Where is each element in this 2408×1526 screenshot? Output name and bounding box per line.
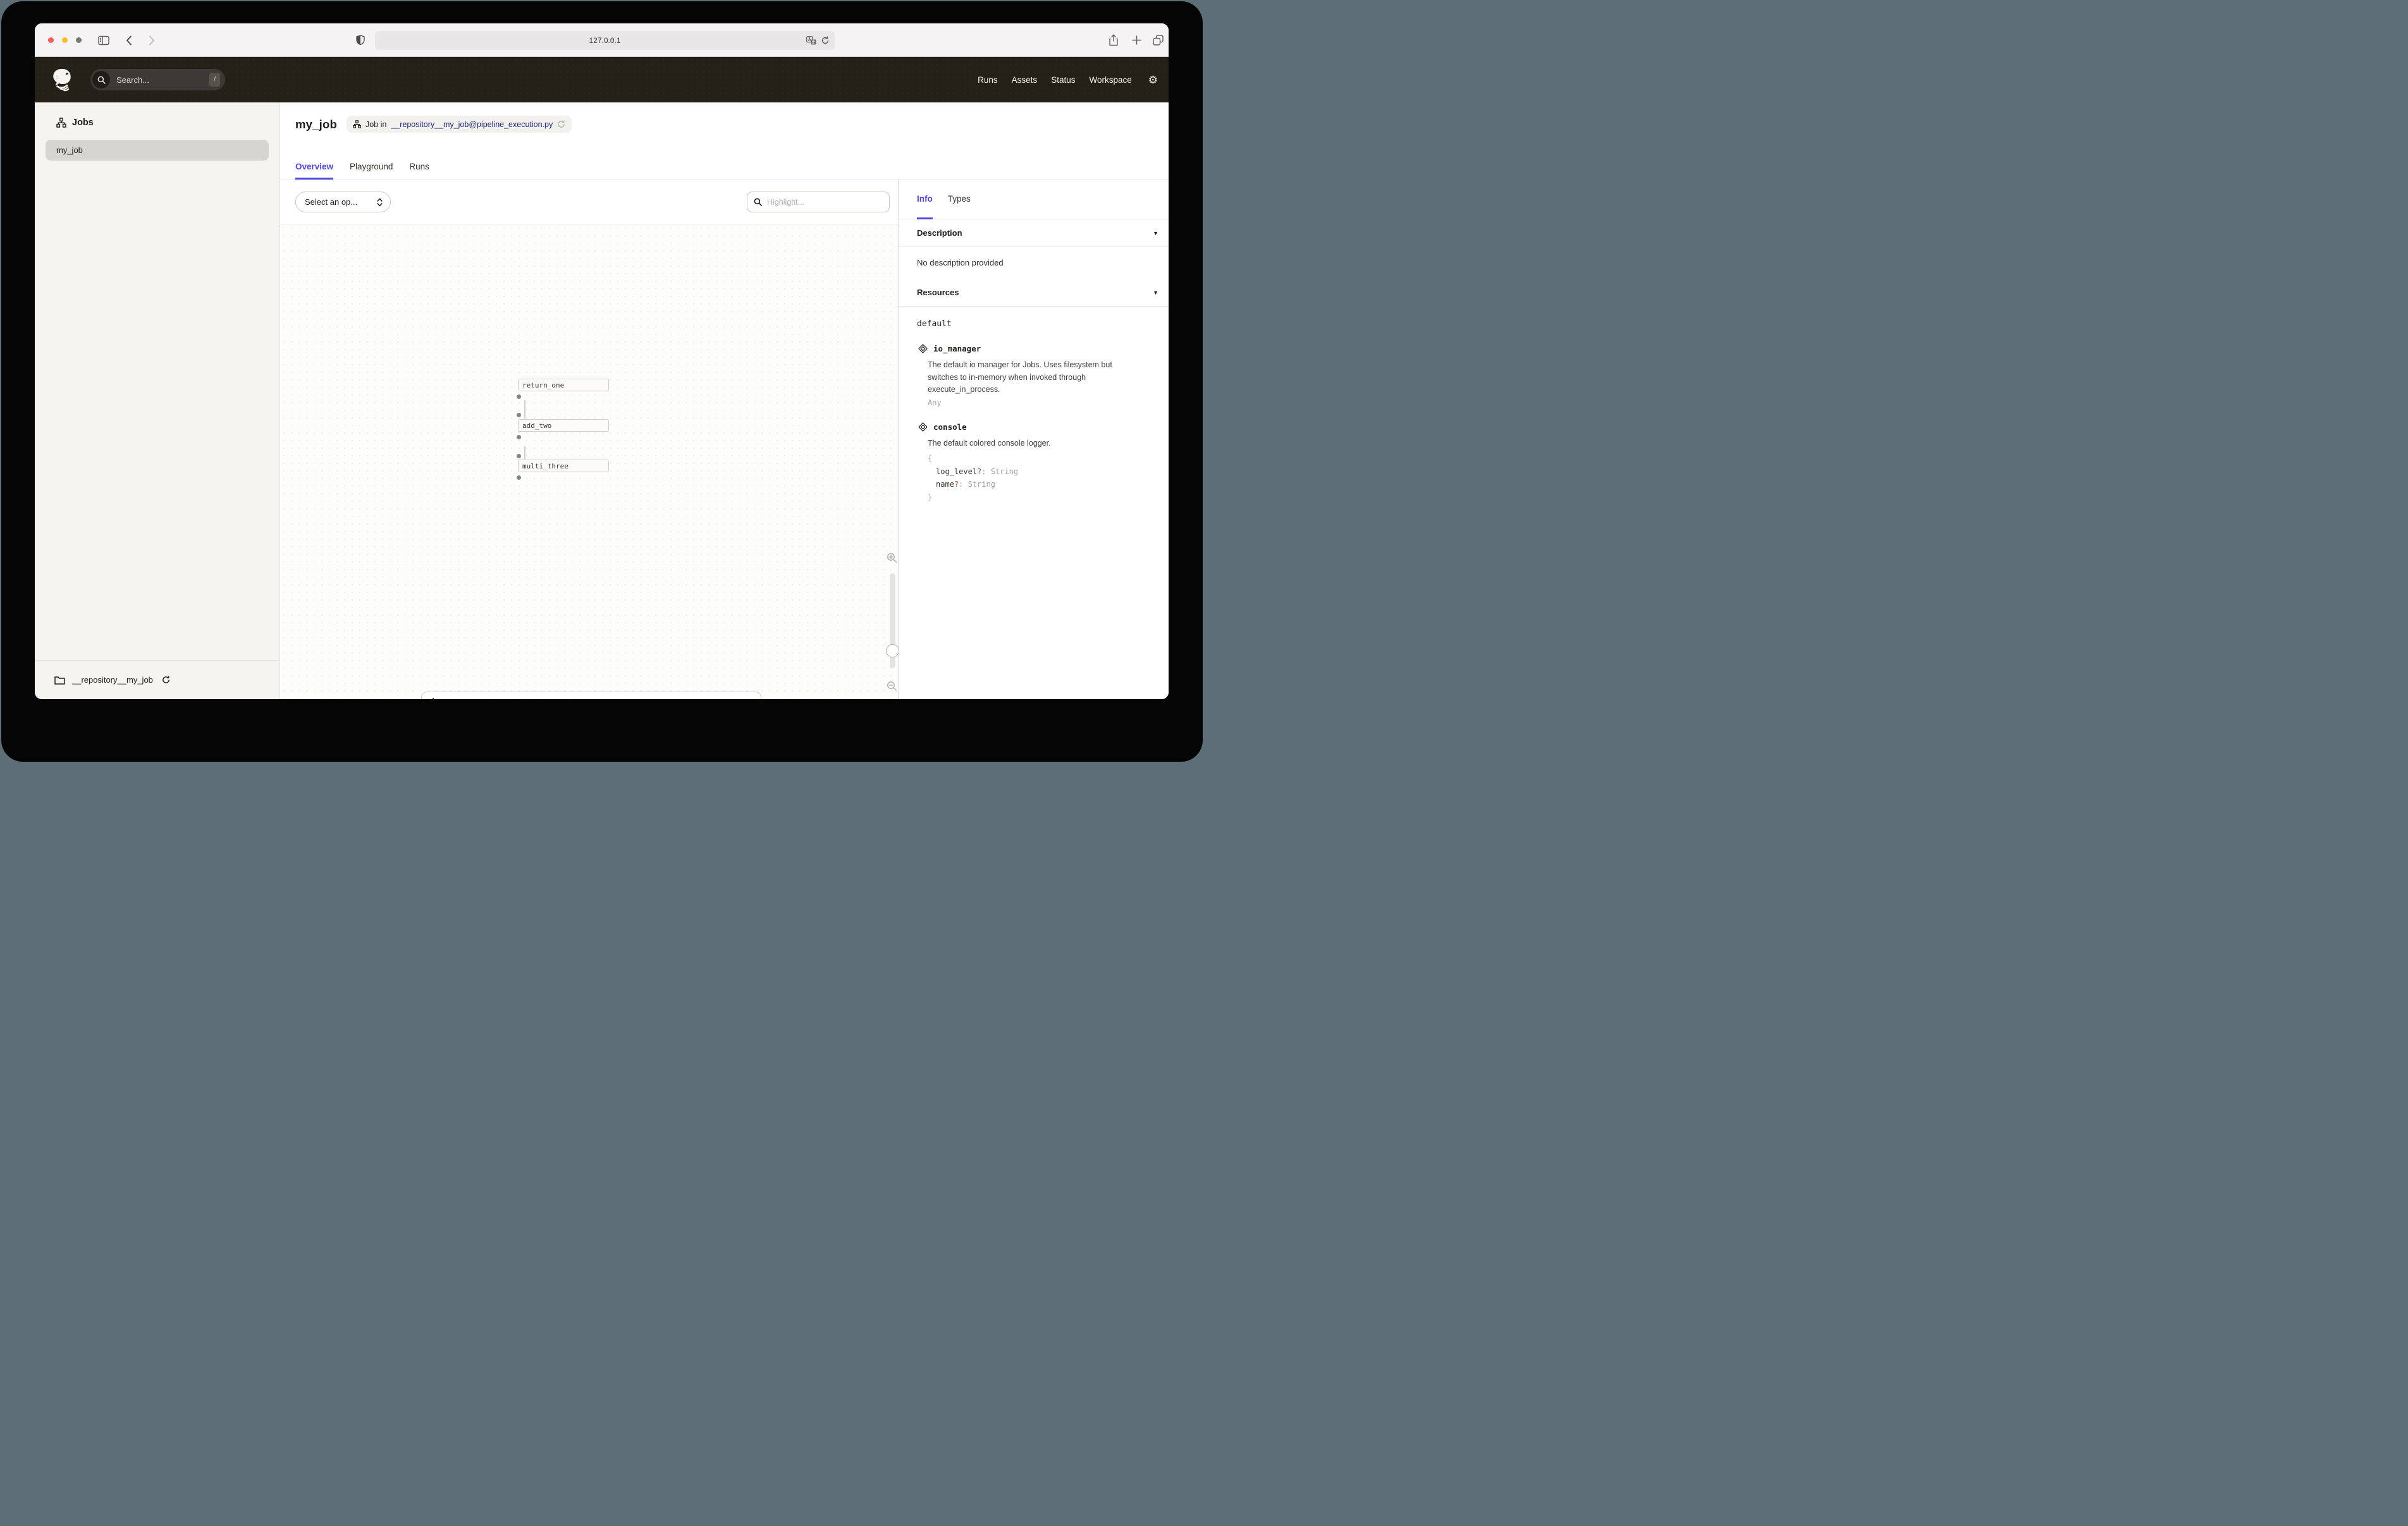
- resource-type: Any: [928, 398, 1150, 407]
- settings-gear-icon[interactable]: ⚙: [1148, 75, 1158, 85]
- description-empty-text: No description provided: [899, 247, 1169, 279]
- resources-body: default io_manager The default io: [899, 307, 1169, 516]
- share-icon[interactable]: [1109, 23, 1119, 57]
- resources-section-header[interactable]: Resources ▼: [899, 279, 1169, 307]
- privacy-shield-icon[interactable]: [356, 23, 365, 57]
- description-section-header[interactable]: Description ▼: [899, 219, 1169, 247]
- translate-icon[interactable]: [806, 36, 816, 46]
- dag-column: Select an op...: [280, 180, 899, 699]
- nav-assets[interactable]: Assets: [1012, 75, 1038, 85]
- url-text: 127.0.0.1: [589, 36, 620, 45]
- jobs-header: Jobs: [35, 102, 280, 128]
- mode-name: default: [917, 319, 1150, 329]
- sidebar-item-my-job[interactable]: my_job: [46, 140, 269, 161]
- close-window-button[interactable]: [48, 37, 54, 43]
- nav-runs[interactable]: Runs: [978, 75, 998, 85]
- op-node-multi-three[interactable]: multi_three: [518, 460, 609, 472]
- resource-icon: [918, 344, 928, 353]
- resource-console: console The default colored console logg…: [917, 422, 1150, 504]
- dag-canvas[interactable]: return_one add_two multi_three: [280, 224, 898, 699]
- search-placeholder: Search...: [116, 75, 209, 85]
- output-port: [517, 475, 521, 480]
- search-icon: [92, 71, 110, 89]
- input-port: [517, 413, 521, 417]
- repository-reload-icon[interactable]: [162, 676, 170, 684]
- page-header: my_job Job in __repository__my_job@pipel…: [280, 102, 1169, 180]
- dag-edge: [524, 400, 525, 418]
- browser-chrome: 127.0.0.1: [35, 23, 1169, 57]
- chevron-down-icon: ▼: [1153, 290, 1158, 296]
- select-caret-icon: [377, 198, 383, 207]
- jobs-title: Jobs: [72, 118, 94, 128]
- tab-info[interactable]: Info: [917, 180, 933, 219]
- resource-io-manager: io_manager The default io manager for Jo…: [917, 344, 1150, 407]
- select-op-dropdown[interactable]: Select an op...: [295, 192, 391, 212]
- nav-status[interactable]: Status: [1051, 75, 1075, 85]
- output-port: [517, 435, 521, 439]
- dagster-logo[interactable]: [50, 68, 74, 92]
- op-subset-input[interactable]: Type an op subset... (ex: add_two+*): [421, 692, 761, 699]
- breadcrumb: Job in __repository__my_job@pipeline_exe…: [347, 116, 572, 133]
- search-shortcut-badge: /: [209, 73, 220, 87]
- nav-workspace[interactable]: Workspace: [1089, 75, 1131, 85]
- forward-button[interactable]: [149, 23, 155, 57]
- op-node-return-one[interactable]: return_one: [518, 379, 609, 391]
- main-content: my_job Job in __repository__my_job@pipel…: [280, 102, 1169, 699]
- reload-icon[interactable]: [821, 36, 830, 45]
- fullscreen-window-button[interactable]: [76, 37, 82, 43]
- zoom-out-icon[interactable]: [887, 681, 897, 692]
- new-tab-icon[interactable]: [1132, 23, 1141, 57]
- zoom-slider-handle[interactable]: [886, 644, 899, 657]
- back-button[interactable]: [126, 23, 132, 57]
- dag-edge: [524, 446, 525, 459]
- op-subset-placeholder: Type an op subset... (ex: add_two+*): [444, 698, 573, 699]
- breadcrumb-prefix: Job in: [366, 120, 386, 129]
- resource-icon: [918, 422, 928, 432]
- resource-description: The default io manager for Jobs. Uses fi…: [928, 359, 1136, 396]
- top-nav: Runs Assets Status Workspace ⚙: [978, 57, 1158, 102]
- input-port: [517, 454, 521, 458]
- breadcrumb-reload-icon[interactable]: [557, 120, 565, 128]
- folder-icon: [54, 676, 65, 685]
- url-bar[interactable]: 127.0.0.1: [375, 31, 835, 50]
- jobs-sidebar: Jobs my_job __repository__my_job: [35, 102, 280, 699]
- op-node-add-two[interactable]: add_two: [518, 419, 609, 432]
- app-header: Search... / Runs Assets Status Workspace…: [35, 57, 1169, 102]
- page-title: my_job: [295, 118, 337, 131]
- dag-toolbar: Select an op...: [280, 180, 898, 224]
- tab-runs[interactable]: Runs: [409, 162, 429, 180]
- job-graph-icon: [56, 118, 66, 128]
- minimize-window-button[interactable]: [62, 37, 68, 43]
- tab-playground[interactable]: Playground: [350, 162, 393, 180]
- resource-config-schema: { log_level?: String name?: String }: [928, 452, 1150, 504]
- job-tabs: Overview Playground Runs: [295, 162, 429, 180]
- global-search-input[interactable]: Search... /: [90, 69, 225, 90]
- tab-overview[interactable]: Overview: [295, 162, 333, 180]
- op-selector-icon: [428, 697, 438, 699]
- breadcrumb-repo-link[interactable]: __repository__my_job@pipeline_execution.…: [391, 120, 553, 129]
- sidebar-toggle-icon[interactable]: [98, 23, 109, 57]
- tab-overview-icon[interactable]: [1153, 23, 1164, 57]
- browser-window: 127.0.0.1: [35, 23, 1169, 699]
- zoom-in-icon[interactable]: [887, 552, 897, 563]
- repository-label: __repository__my_job: [72, 675, 153, 685]
- job-graph-icon: [353, 120, 361, 128]
- chevron-down-icon: ▼: [1153, 230, 1158, 236]
- select-op-label: Select an op...: [305, 197, 357, 207]
- info-panel: Info Types Description ▼ No description …: [899, 180, 1169, 699]
- resource-description: The default colored console logger.: [928, 437, 1136, 450]
- tab-types[interactable]: Types: [948, 180, 971, 219]
- output-port: [517, 394, 521, 399]
- highlight-placeholder: Highlight...: [767, 198, 804, 207]
- repository-row[interactable]: __repository__my_job: [35, 660, 280, 699]
- highlight-search-input[interactable]: Highlight...: [747, 192, 890, 212]
- search-icon: [754, 198, 762, 206]
- info-panel-tabs: Info Types: [899, 180, 1169, 219]
